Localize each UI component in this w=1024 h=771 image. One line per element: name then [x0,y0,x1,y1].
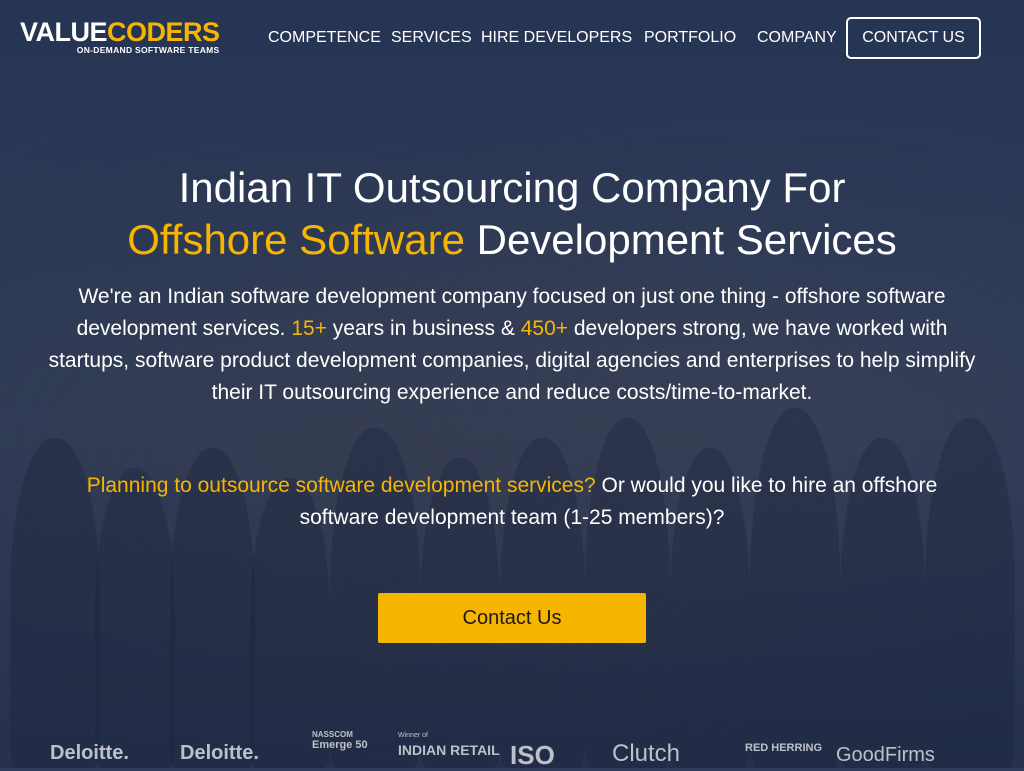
indian-retail-sub: Winner of [398,732,428,739]
goodfirms-badge: GoodFirms [836,744,935,766]
valuecoders-logo[interactable]: VALUECODERS ON-DEMAND SOFTWARE TEAMS [20,18,220,55]
deloitte-badge-1: Deloitte. [50,742,129,764]
hero-title: Indian IT Outsourcing Company For Offsho… [0,162,1024,266]
logo-part-2: CODERS [107,17,220,47]
site-header: VALUECODERS ON-DEMAND SOFTWARE TEAMS COM… [0,0,1024,78]
nav-portfolio[interactable]: PORTFOLIO [644,29,736,47]
nav-services[interactable]: SERVICES [391,29,472,47]
logo-part-1: VALUE [20,17,108,47]
years-stat: 15+ [291,317,327,340]
nav-company[interactable]: COMPANY [757,29,837,47]
hero-description: We're an Indian software development com… [40,281,984,409]
red-herring-badge: RED HERRING [745,742,823,754]
award-badges: Deloitte. Deloitte. NASSCOM Emerge 50 Wi… [0,730,1024,770]
deloitte-badge-2: Deloitte. [180,742,259,764]
question-highlight: Planning to outsource software developme… [86,474,596,497]
nasscom-sub: Emerge 50 [312,739,368,751]
hero-question: Planning to outsource software developme… [60,470,964,534]
hero-title-highlight: Offshore Software [127,216,465,263]
developers-stat: 450+ [520,317,569,340]
nav-competence[interactable]: COMPETENCE [268,29,381,47]
contact-us-button[interactable]: Contact Us [378,593,646,643]
indian-retail-badge: Winner of INDIAN RETAIL [398,732,500,758]
nasscom-label: NASSCOM [312,730,353,739]
indian-retail-label: INDIAN RETAIL [398,742,500,758]
nav-hire-developers[interactable]: HIRE DEVELOPERS [481,29,632,47]
hero-title-rest: Development Services [464,216,897,263]
clutch-badge: Clutch [612,740,681,767]
header-contact-button[interactable]: CONTACT US [846,17,981,59]
intro-text-b: years in business & [326,317,521,340]
hero-title-line1: Indian IT Outsourcing Company For [178,164,846,211]
nasscom-badge: NASSCOM Emerge 50 [312,730,368,751]
iso-badge: ISO [510,740,555,770]
